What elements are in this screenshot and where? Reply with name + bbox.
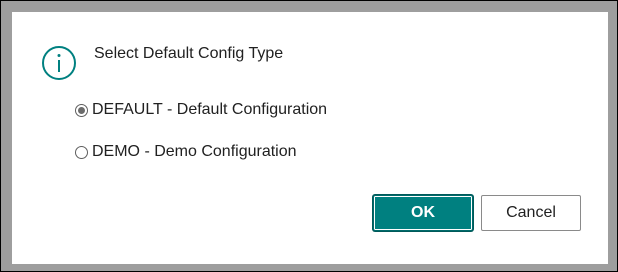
option-default-label[interactable]: DEFAULT - Default Configuration: [92, 101, 327, 119]
config-type-dialog: Select Default Config Type DEFAULT - Def…: [12, 12, 608, 264]
radio-default[interactable]: [75, 103, 88, 117]
window-frame: Select Default Config Type DEFAULT - Def…: [1, 1, 617, 271]
option-demo-label[interactable]: DEMO - Demo Configuration: [92, 143, 297, 161]
cancel-button[interactable]: Cancel: [481, 195, 581, 231]
info-icon: [42, 46, 76, 80]
option-demo[interactable]: DEMO - Demo Configuration: [75, 141, 327, 163]
option-default[interactable]: DEFAULT - Default Configuration: [75, 99, 327, 121]
dialog-title: Select Default Config Type: [94, 45, 284, 62]
radio-demo[interactable]: [75, 145, 88, 159]
radio-selected-dot: [78, 106, 85, 114]
ok-button[interactable]: OK: [373, 195, 473, 231]
config-type-options: DEFAULT - Default Configuration DEMO - D…: [75, 99, 327, 183]
